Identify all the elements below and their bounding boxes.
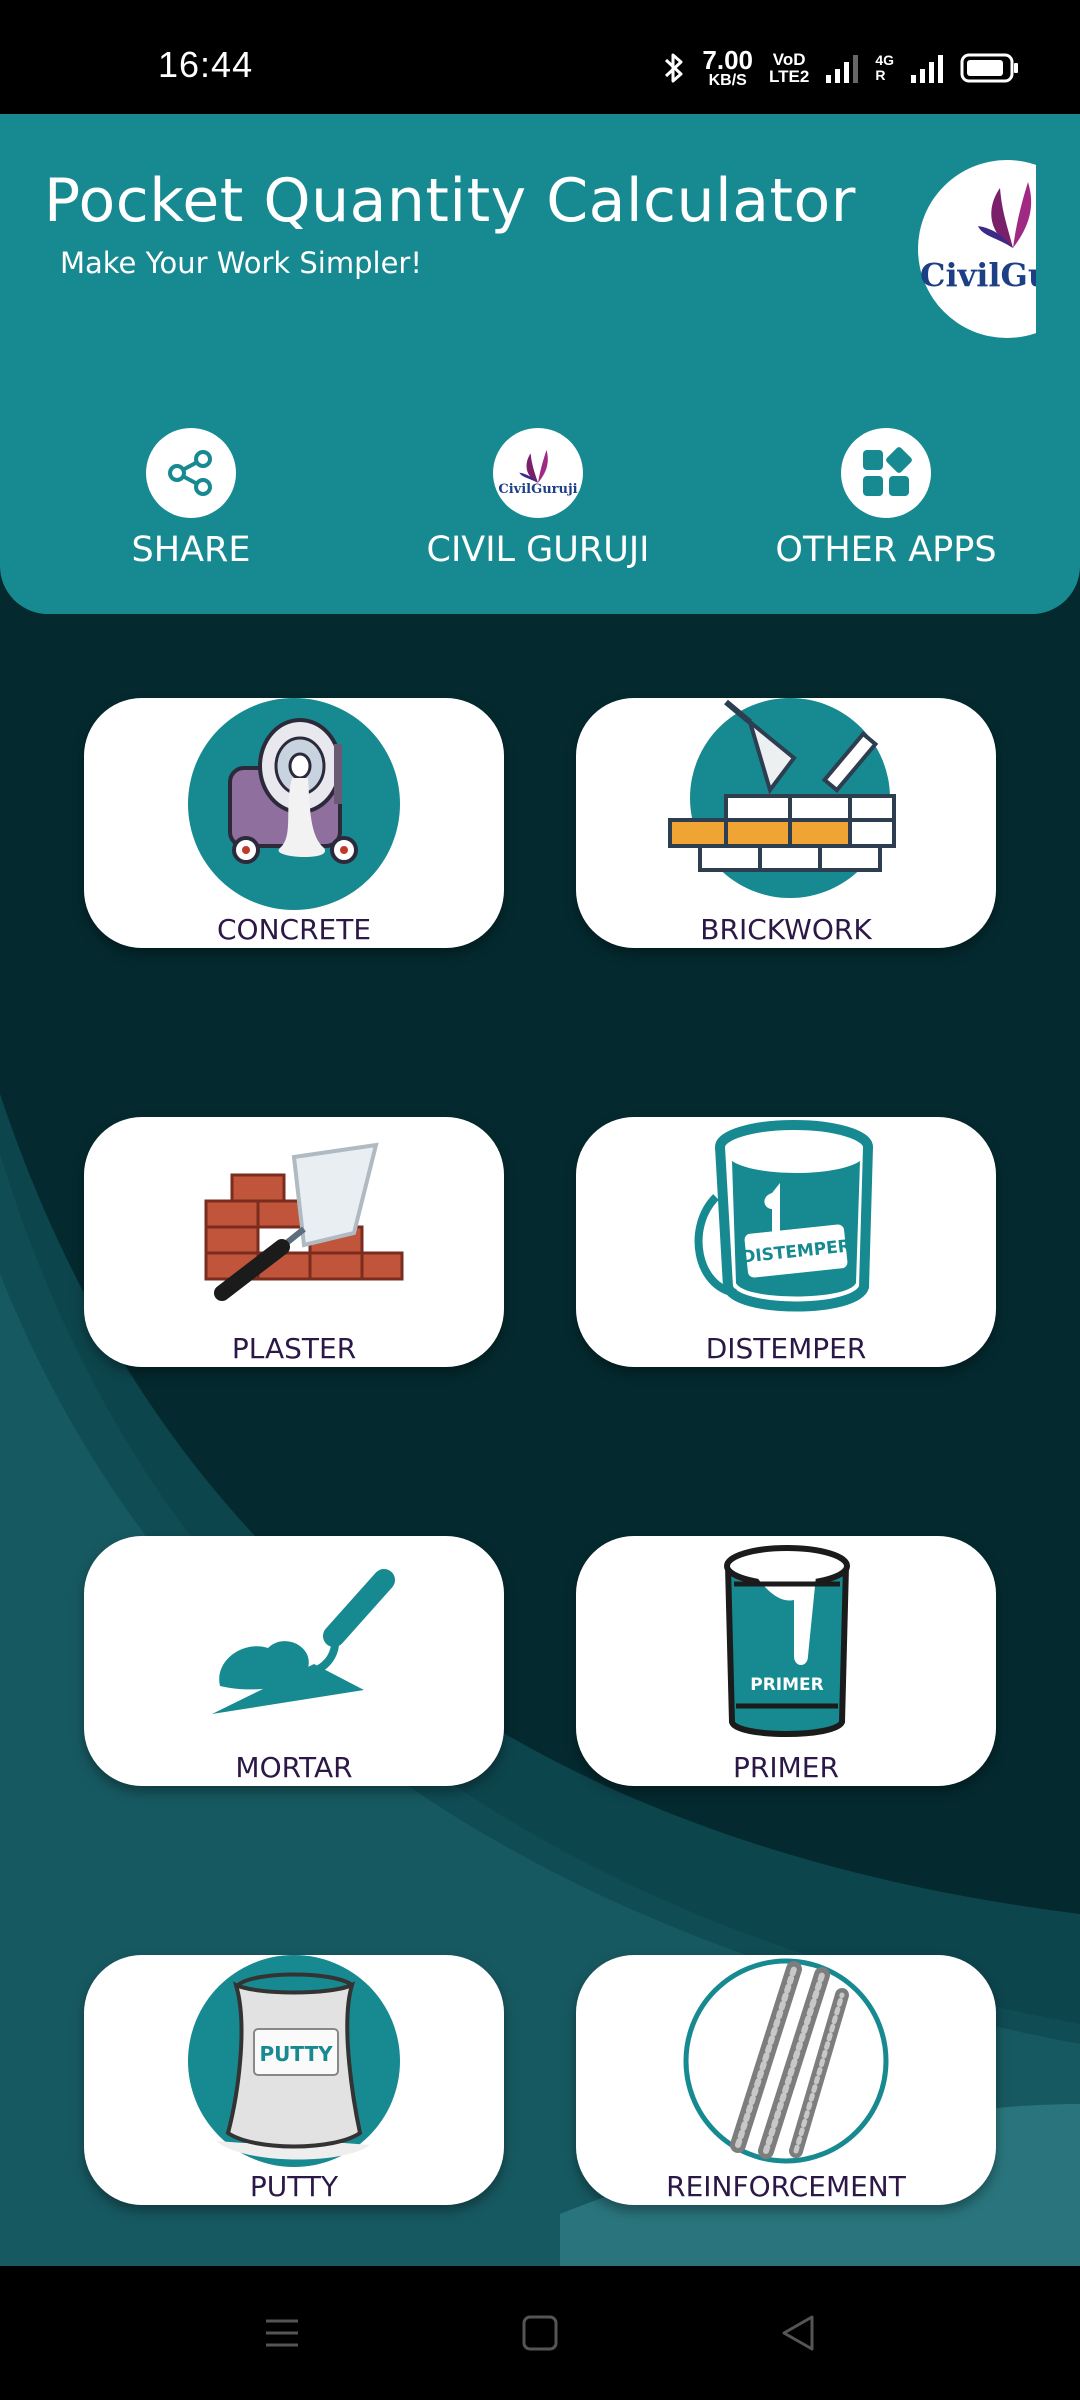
civil-guruji-header-logo[interactable]: CivilGuruji [918,160,1036,338]
back-icon[interactable] [768,2308,828,2358]
other-apps-label: OTHER APPS [775,530,997,570]
putty-bag-icon: PUTTY [188,1955,400,2167]
main-screen: Pocket Quantity Calculator Make Your Wor… [0,114,1080,2266]
system-nav-bar [0,2266,1080,2400]
civil-guruji-button[interactable]: CivilGuruji CIVIL GURUJI [388,428,688,570]
plaster-trowel-icon [204,1142,404,1301]
card-reinforcement[interactable]: REINFORCEMENT [576,1955,996,2205]
bluetooth-icon [665,53,683,83]
mortar-trowel-icon [212,1569,395,1714]
primer-art-text: PRIMER [750,1675,824,1695]
card-plaster[interactable]: PLASTER [84,1117,504,1367]
distemper-bucket-icon: DISTEMPER [694,1120,873,1312]
card-label: DISTEMPER [705,1332,867,1365]
signal-1-icon [826,55,859,83]
civil-guruji-logo: CivilGuruji [493,428,583,518]
signal-2-icon [911,55,943,83]
menu-icon[interactable] [252,2308,312,2358]
other-apps-button[interactable]: OTHER APPS [736,428,1036,570]
battery-icon [960,53,1018,83]
share-button[interactable]: SHARE [41,428,341,570]
card-label: PUTTY [249,2170,339,2203]
card-label: BRICKWORK [700,913,872,946]
rebar-icon [683,1958,889,2164]
status-time: 16:44 [158,44,254,85]
card-distemper[interactable]: DISTEMPER DISTEMPER [576,1117,996,1367]
lotus-logo-icon [978,182,1032,248]
card-mortar[interactable]: MORTAR [84,1536,504,1786]
app-header: Pocket Quantity Calculator Make Your Wor… [0,114,1080,614]
share-label: SHARE [131,530,251,570]
volte-indicator: VoD LTE2 [769,50,810,86]
card-label: PRIMER [733,1751,839,1784]
card-label: PLASTER [231,1332,357,1365]
putty-art-text: PUTTY [259,2042,333,2066]
share-icon [146,428,236,518]
card-concrete[interactable]: CONCRETE [84,698,504,948]
network-type: 4G R [875,52,894,83]
card-putty[interactable]: PUTTY PUTTY [84,1955,504,2205]
primer-can-icon: PRIMER [724,1545,850,1737]
card-label: CONCRETE [216,913,372,946]
net-speed: 7.00 KB/S [702,45,753,89]
brick-wall-trowel-icon [668,698,896,898]
status-icons: 7.00 KB/S VoD LTE2 4G R [662,40,1020,96]
card-label: REINFORCEMENT [666,2170,906,2203]
card-label: MORTAR [235,1751,353,1784]
home-icon[interactable] [510,2308,570,2358]
concrete-mixer-icon [188,698,400,910]
card-primer[interactable]: PRIMER PRIMER [576,1536,996,1786]
logo-text: CivilGuruji [920,256,1036,294]
app-subtitle: Make Your Work Simpler! [60,246,422,280]
card-brickwork[interactable]: BRICKWORK [576,698,996,948]
status-bar: 16:44 7.00 KB/S VoD LTE2 4G R [0,0,1080,114]
apps-grid-icon [841,428,931,518]
app-title: Pocket Quantity Calculator [44,166,856,236]
civil-guruji-label: CIVIL GURUJI [426,530,650,570]
civil-guruji-small-text: CivilGuruji [498,481,578,497]
